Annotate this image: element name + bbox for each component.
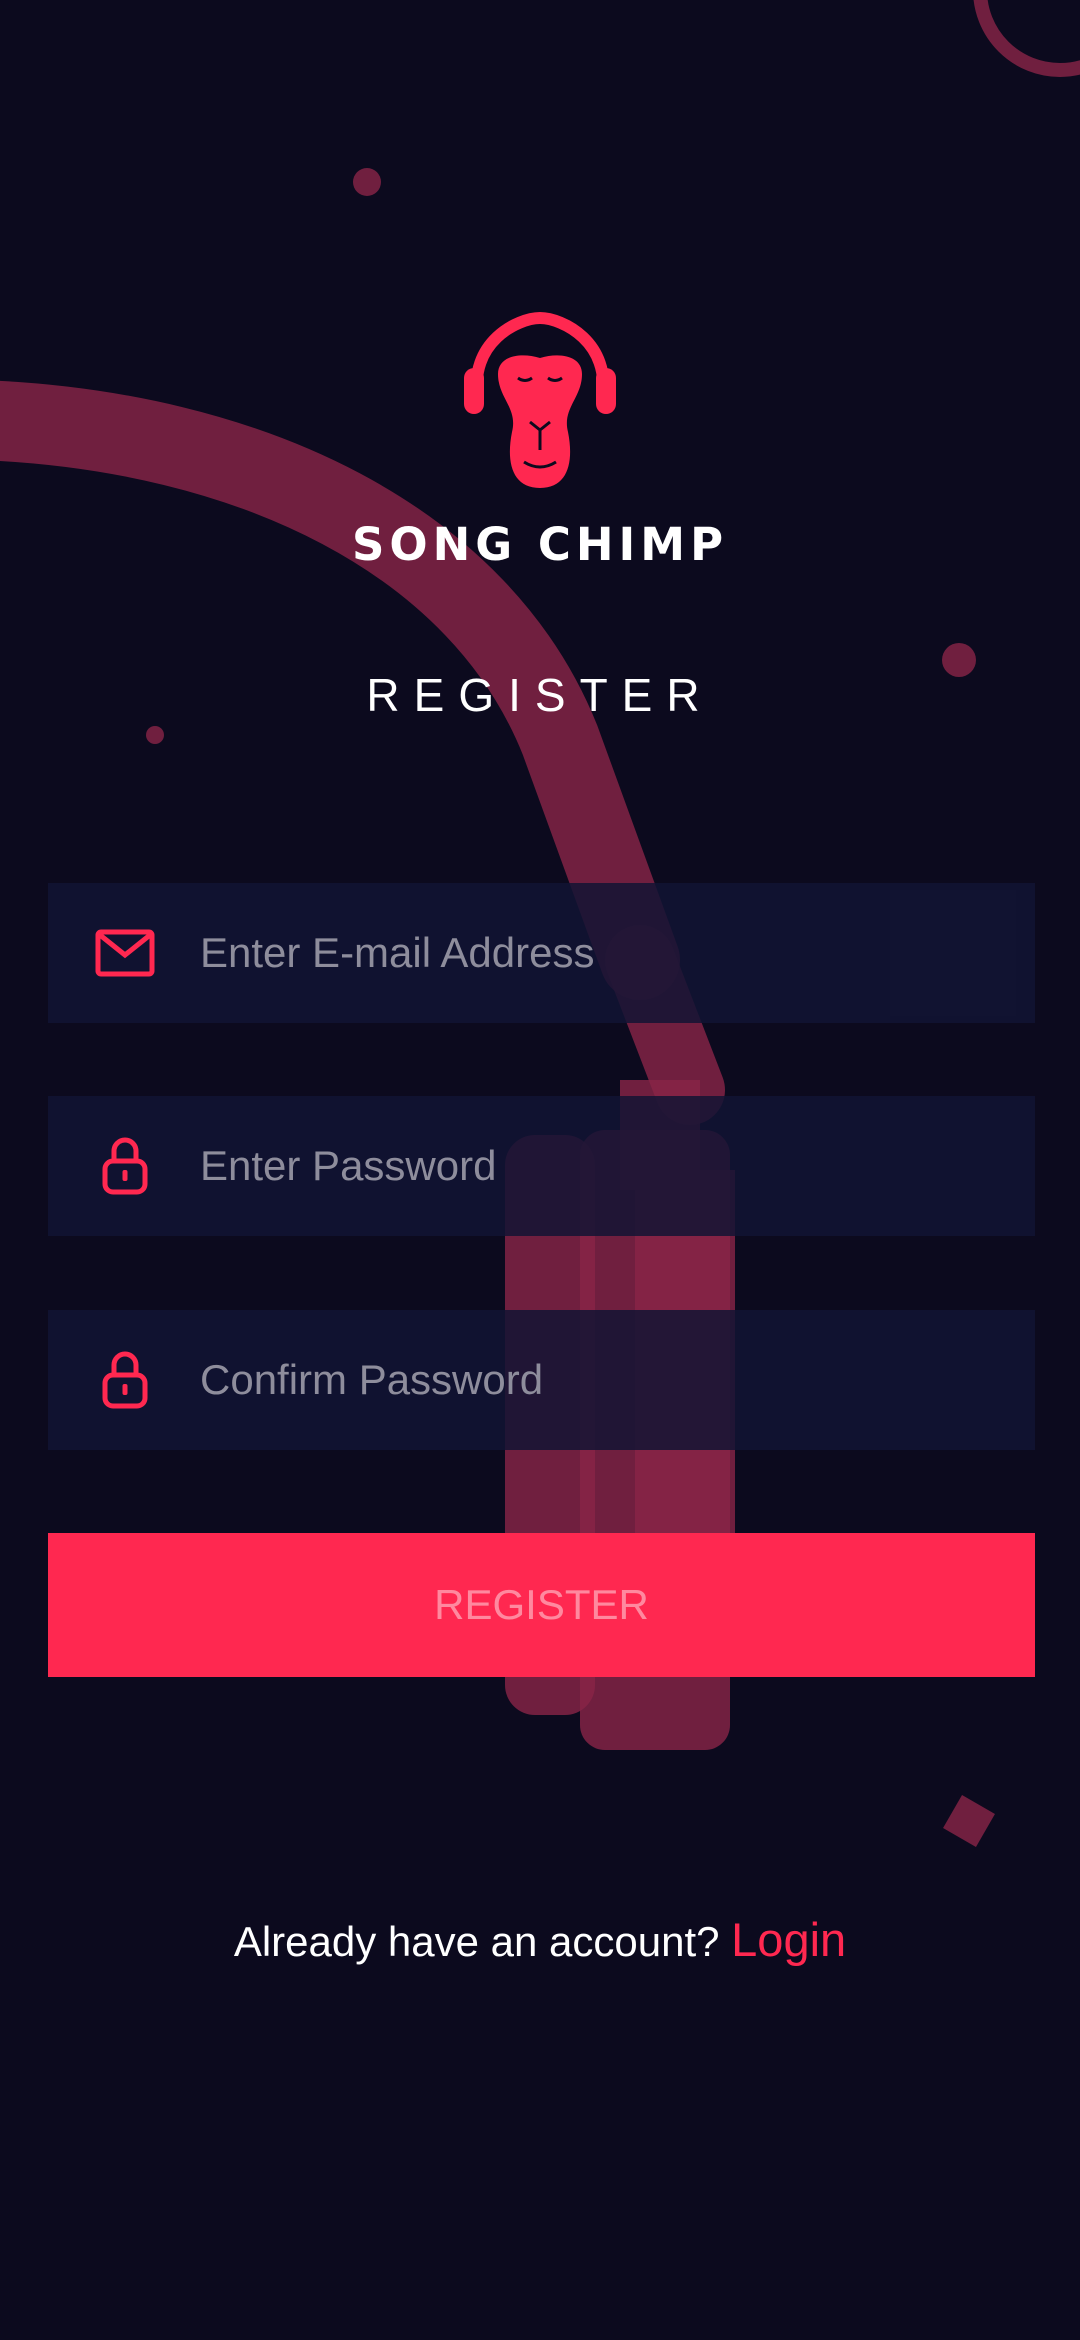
lock-icon — [94, 1349, 156, 1411]
login-prompt-text: Already have an account? — [233, 1918, 720, 1965]
mail-icon — [94, 922, 156, 984]
confirm-password-field[interactable] — [48, 1310, 1035, 1450]
password-input[interactable] — [198, 1141, 982, 1191]
login-prompt: Already have an account? Login — [0, 1912, 1080, 1967]
login-link[interactable]: Login — [731, 1913, 846, 1966]
brand-name: SONG CHIMP — [351, 518, 729, 571]
page-title: REGISTER — [366, 669, 714, 721]
lock-icon — [94, 1135, 156, 1197]
confirm-password-input[interactable] — [198, 1355, 982, 1405]
password-field[interactable] — [48, 1096, 1035, 1236]
email-field[interactable] — [48, 883, 1035, 1023]
chimp-logo-icon — [464, 312, 616, 488]
register-button[interactable]: REGISTER — [48, 1533, 1035, 1677]
email-input[interactable] — [198, 928, 982, 978]
